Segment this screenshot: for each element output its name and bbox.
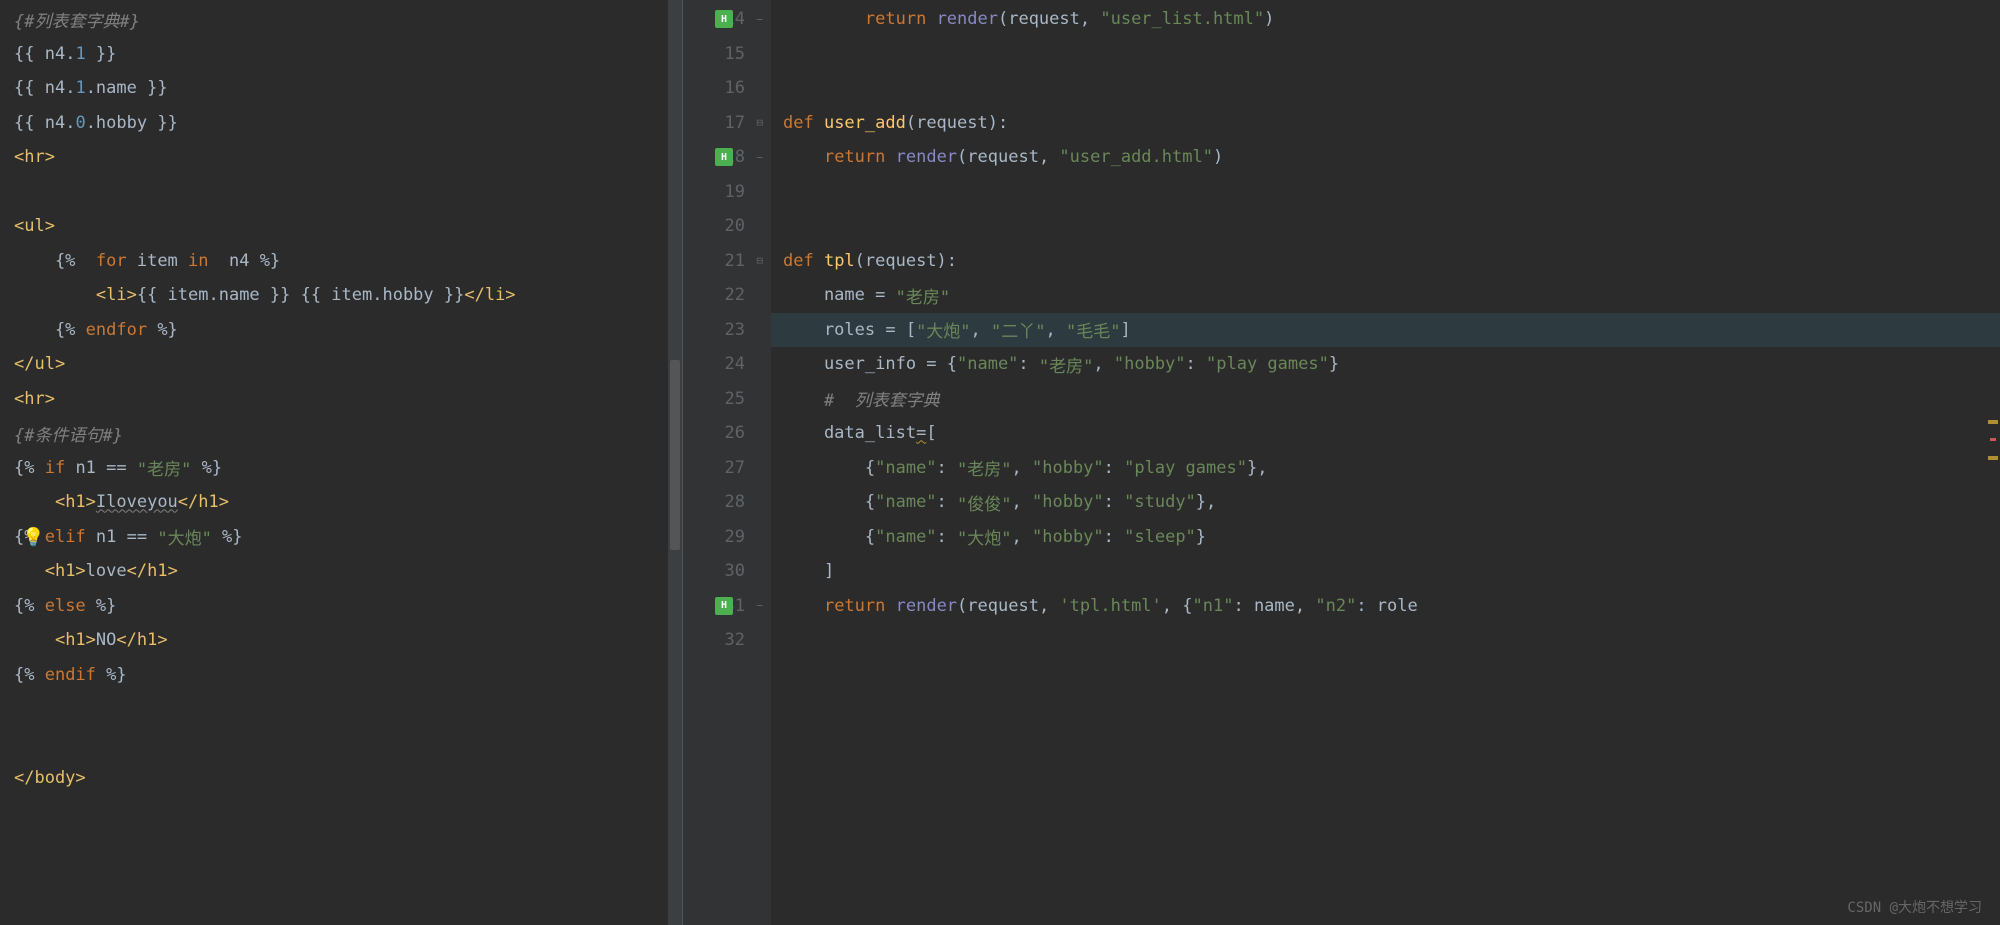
scroll-thumb[interactable] (670, 360, 680, 550)
code-line[interactable] (771, 71, 2000, 106)
gutter-line[interactable]: 24 (683, 347, 771, 382)
code-line[interactable]: <h1>NO</h1> (14, 623, 682, 658)
gutter-line[interactable]: 22 (683, 278, 771, 313)
code-line[interactable] (771, 209, 2000, 244)
code-line[interactable]: <hr> (14, 382, 682, 417)
right-gutter[interactable]: H14− 15 16 17⊟ H18− 19 20 21⊟ 22 23 24 2… (683, 0, 771, 925)
code-line[interactable]: return render(request, 'tpl.html', {"n1"… (771, 589, 2000, 624)
gutter-line[interactable]: 32 (683, 623, 771, 658)
code-line[interactable]: return render(request, "user_add.html") (771, 140, 2000, 175)
html-file-icon: H (715, 148, 733, 166)
html-file-icon: H (715, 10, 733, 28)
fold-icon[interactable]: − (756, 13, 763, 26)
fold-icon[interactable]: − (756, 151, 763, 164)
warning-mark[interactable] (1988, 420, 1998, 424)
left-editor-pane[interactable]: {#列表套字典#} {{ n4.1 }} {{ n4.1.name }} {{ … (0, 0, 683, 925)
code-line[interactable]: {% elif n1 == "大炮" %} (14, 520, 682, 555)
code-line[interactable]: {{ n4.1.name }} (14, 71, 682, 106)
code-line[interactable]: {% endfor %} (14, 313, 682, 348)
code-line[interactable]: data_list=[ (771, 416, 2000, 451)
gutter-line[interactable]: 16 (683, 71, 771, 106)
warning-mark[interactable] (1988, 456, 1998, 460)
code-line[interactable]: return render(request, "user_list.html") (771, 2, 2000, 37)
code-line[interactable]: {% else %} (14, 589, 682, 624)
right-error-stripe[interactable] (1986, 0, 2000, 925)
fold-icon[interactable]: ⊟ (756, 254, 763, 267)
gutter-line[interactable]: 26 (683, 416, 771, 451)
code-line[interactable]: </body> (14, 761, 682, 796)
code-line[interactable] (771, 623, 2000, 658)
right-code-area[interactable]: return render(request, "user_list.html")… (771, 0, 2000, 925)
code-line[interactable]: {{ n4.0.hobby }} (14, 106, 682, 141)
code-line[interactable]: {% for item in n4 %} (14, 244, 682, 279)
code-line[interactable]: ] (771, 554, 2000, 589)
code-line[interactable]: {% if n1 == "老房" %} (14, 451, 682, 486)
gutter-line[interactable]: H31− (683, 589, 771, 624)
left-scrollbar[interactable] (668, 0, 682, 925)
code-line[interactable]: {"name": "老房", "hobby": "play games"}, (771, 451, 2000, 486)
code-line[interactable]: {"name": "大炮", "hobby": "sleep"} (771, 520, 2000, 555)
code-line[interactable]: <li>{{ item.name }} {{ item.hobby }}</li… (14, 278, 682, 313)
right-editor-pane[interactable]: H14− 15 16 17⊟ H18− 19 20 21⊟ 22 23 24 2… (683, 0, 2000, 925)
code-line[interactable]: {#条件语句#} (14, 416, 682, 451)
code-line[interactable]: def user_add(request): (771, 106, 2000, 141)
code-line[interactable]: {"name": "俊俊", "hobby": "study"}, (771, 485, 2000, 520)
intention-bulb-icon[interactable]: 💡 (22, 527, 44, 548)
gutter-line[interactable]: 19 (683, 175, 771, 210)
code-line[interactable]: user_info = {"name": "老房", "hobby": "pla… (771, 347, 2000, 382)
code-line[interactable]: <hr> (14, 140, 682, 175)
gutter-line[interactable]: 15 (683, 37, 771, 72)
code-line[interactable]: <h1>love</h1> (14, 554, 682, 589)
left-code-area[interactable]: {#列表套字典#} {{ n4.1 }} {{ n4.1.name }} {{ … (0, 0, 682, 796)
gutter-line[interactable]: 17⊟ (683, 106, 771, 141)
gutter-line[interactable]: 20 (683, 209, 771, 244)
gutter-line[interactable]: H14− (683, 2, 771, 37)
code-line[interactable]: def tpl(request): (771, 244, 2000, 279)
fold-icon[interactable]: ⊟ (756, 116, 763, 129)
gutter-line[interactable]: 27 (683, 451, 771, 486)
code-line[interactable]: roles = ["大炮", "二丫", "毛毛"] (771, 313, 2000, 348)
gutter-line[interactable]: 28 (683, 485, 771, 520)
code-line[interactable] (14, 692, 682, 727)
html-file-icon: H (715, 597, 733, 615)
gutter-line[interactable]: 30 (683, 554, 771, 589)
code-line[interactable] (14, 175, 682, 210)
gutter-line[interactable]: H18− (683, 140, 771, 175)
code-line[interactable] (14, 727, 682, 762)
code-line[interactable]: name = "老房" (771, 278, 2000, 313)
error-mark[interactable] (1990, 438, 1996, 441)
code-line[interactable]: <ul> (14, 209, 682, 244)
watermark: CSDN @大炮不想学习 (1847, 897, 1982, 917)
fold-icon[interactable]: − (756, 599, 763, 612)
code-line[interactable] (771, 37, 2000, 72)
code-line[interactable]: # 列表套字典 (771, 382, 2000, 417)
gutter-line[interactable]: 25 (683, 382, 771, 417)
code-line[interactable] (771, 175, 2000, 210)
code-line[interactable]: <h1>Iloveyou</h1> (14, 485, 682, 520)
code-line[interactable]: {#列表套字典#} (14, 2, 682, 37)
code-line[interactable]: {{ n4.1 }} (14, 37, 682, 72)
gutter-line[interactable]: 21⊟ (683, 244, 771, 279)
code-line[interactable]: </ul> (14, 347, 682, 382)
gutter-line[interactable]: 29 (683, 520, 771, 555)
gutter-line[interactable]: 23 (683, 313, 771, 348)
code-line[interactable]: {% endif %} (14, 658, 682, 693)
